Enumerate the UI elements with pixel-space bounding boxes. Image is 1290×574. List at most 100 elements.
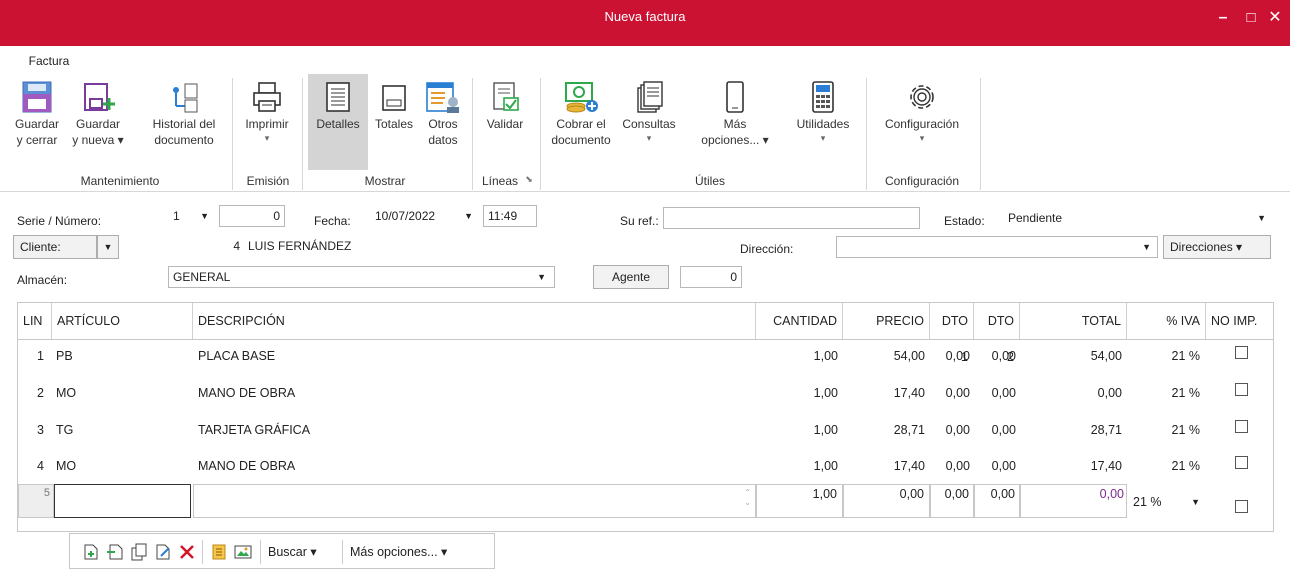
new-row-iva-select[interactable]: 21 % ▼ (1127, 484, 1206, 518)
col-header-articulo[interactable]: ARTÍCULO (52, 303, 193, 339)
group-label-mostrar: Mostrar (364, 174, 406, 188)
totals-button[interactable]: Totales (370, 74, 418, 132)
tab-factura[interactable]: Factura (9, 48, 89, 74)
utilities-label: Utilidades (796, 117, 850, 131)
chevron-down-icon: ▼ (1142, 242, 1151, 252)
group-label-utiles: Útiles (694, 174, 725, 188)
cell-lin: 2 (37, 386, 44, 400)
new-row-dto1: 0,00 (944, 487, 969, 501)
direccion-select[interactable]: ▼ (836, 236, 1158, 258)
serie-select[interactable]: 1 ▼ (168, 205, 216, 227)
estado-select[interactable]: Pendiente ▼ (1003, 207, 1271, 229)
numero-field[interactable]: 0 (219, 205, 285, 227)
col-header-lin[interactable]: LIN (18, 303, 52, 339)
delete-line-icon[interactable] (178, 543, 196, 561)
col-header-noimp[interactable]: NO IMP. (1206, 303, 1273, 339)
edit-line-icon[interactable] (154, 543, 172, 561)
lines-toolbar: Buscar ▾ Más opciones... ▾ (69, 533, 495, 569)
hora-field[interactable]: 11:49 (483, 205, 537, 227)
cell-dto2: 0,00 (991, 459, 1016, 473)
new-row-cantidad-input[interactable]: 1,00 (756, 484, 843, 518)
chevron-down-icon: ▼ (464, 211, 473, 221)
print-button[interactable]: Imprimir ▾ (236, 74, 298, 144)
collect-button[interactable]: Cobrar el documento (548, 74, 614, 148)
print-caret-icon: ▾ (264, 133, 270, 143)
details-label: Detalles (316, 117, 360, 131)
settings-button[interactable]: Configuración ▾ (872, 74, 972, 144)
ribbon-separator (472, 78, 473, 190)
new-row-total: 0,00 (1020, 484, 1127, 518)
suref-label: Su ref.: (620, 214, 659, 228)
toolbar-separator (202, 540, 203, 564)
validate-label: Validar (486, 117, 524, 131)
cell-dto2: 0,00 (991, 423, 1016, 437)
new-row-total-value: 0,00 (1099, 487, 1124, 501)
estado-value: Pendiente (1008, 211, 1063, 225)
new-row-precio: 0,00 (899, 487, 924, 501)
suref-field[interactable] (663, 207, 920, 229)
new-row-precio-input[interactable]: 0,00 (843, 484, 930, 518)
no-imp-checkbox[interactable] (1235, 456, 1248, 469)
details-button[interactable]: Detalles (308, 74, 368, 170)
cell-precio: 54,00 (893, 349, 925, 363)
no-imp-checkbox[interactable] (1235, 420, 1248, 433)
col-header-total[interactable]: TOTAL (1020, 303, 1127, 339)
close-button[interactable]: ✕ (1261, 6, 1289, 30)
history-button[interactable]: Historial del documento (140, 74, 228, 148)
other-data-button[interactable]: Otros datos (420, 74, 466, 148)
almacen-select[interactable]: GENERAL ▼ (168, 266, 555, 288)
col-header-descripcion[interactable]: DESCRIPCIÓN (193, 303, 756, 339)
cliente-button[interactable]: Cliente: (13, 235, 97, 259)
collect-money-icon (565, 82, 598, 113)
utilities-button[interactable]: Utilidades ▾ (788, 74, 858, 144)
no-imp-checkbox[interactable] (1235, 383, 1248, 396)
document-icon[interactable] (210, 543, 228, 561)
new-row-dto2-input[interactable]: 0,00 (974, 484, 1020, 518)
fecha-field[interactable]: 10/07/2022 ▼ (370, 205, 478, 227)
copy-line-icon[interactable] (130, 543, 148, 561)
no-imp-checkbox[interactable] (1235, 500, 1248, 513)
col-header-dto1[interactable]: DTO 1 (930, 303, 974, 364)
dialog-launcher-icon[interactable]: ⬊ (522, 174, 536, 185)
history-label-2: documento (154, 133, 214, 147)
col-header-iva[interactable]: % IVA (1127, 303, 1206, 339)
insert-line-icon[interactable] (106, 543, 124, 561)
new-row-descripcion-input[interactable]: ⌃ ⌄ (193, 484, 756, 518)
new-row-dto1-input[interactable]: 0,00 (930, 484, 974, 518)
direcciones-button[interactable]: Direcciones ▾ (1163, 235, 1271, 259)
minimize-button[interactable]: – (1209, 6, 1237, 30)
new-row-articulo-input[interactable] (54, 484, 191, 518)
totals-label: Totales (374, 117, 414, 131)
header-divider (18, 339, 1273, 340)
more-options-label-2: opciones... ▾ (701, 133, 769, 147)
validate-button[interactable]: Validar (478, 74, 532, 132)
more-options-dropdown[interactable]: Más opciones... ▾ (350, 544, 447, 559)
gear-icon (910, 85, 934, 109)
image-icon[interactable] (234, 543, 252, 561)
save-close-button[interactable]: Guardar y cerrar (10, 74, 64, 148)
new-row-cantidad: 1,00 (812, 487, 837, 501)
cell-lin: 3 (37, 423, 44, 437)
scroll-arrows-icon[interactable]: ⌃ ⌄ (744, 488, 751, 508)
totals-icon (382, 85, 406, 111)
new-line-icon[interactable] (82, 543, 100, 561)
agente-field[interactable]: 0 (680, 266, 742, 288)
other-data-label-1: Otros (428, 117, 458, 131)
cell-cantidad: 1,00 (813, 423, 838, 437)
no-imp-checkbox[interactable] (1235, 346, 1248, 359)
lines-grid: LIN ARTÍCULO DESCRIPCIÓN CANTIDAD PRECIO… (17, 302, 1274, 532)
cell-dto2: 0,00 (991, 386, 1016, 400)
search-dropdown[interactable]: Buscar ▾ (268, 544, 317, 559)
cliente-dropdown-icon[interactable]: ▼ (97, 235, 119, 259)
queries-button[interactable]: Consultas ▾ (618, 74, 680, 144)
more-options-button[interactable]: Más opciones... ▾ (698, 74, 772, 148)
ribbon: Guardar y cerrar Guardar y nueva ▾ Histo… (0, 74, 1290, 192)
agente-button[interactable]: Agente (593, 265, 669, 289)
col-header-dto2[interactable]: DTO 2 (974, 303, 1020, 364)
save-new-label-2: y nueva ▾ (72, 133, 124, 147)
cell-dto1: 0,00 (945, 349, 970, 363)
col-header-cantidad[interactable]: CANTIDAD (756, 303, 843, 339)
almacen-label: Almacén: (17, 273, 68, 287)
col-header-precio[interactable]: PRECIO (843, 303, 930, 339)
save-new-button[interactable]: Guardar y nueva ▾ (70, 74, 126, 148)
